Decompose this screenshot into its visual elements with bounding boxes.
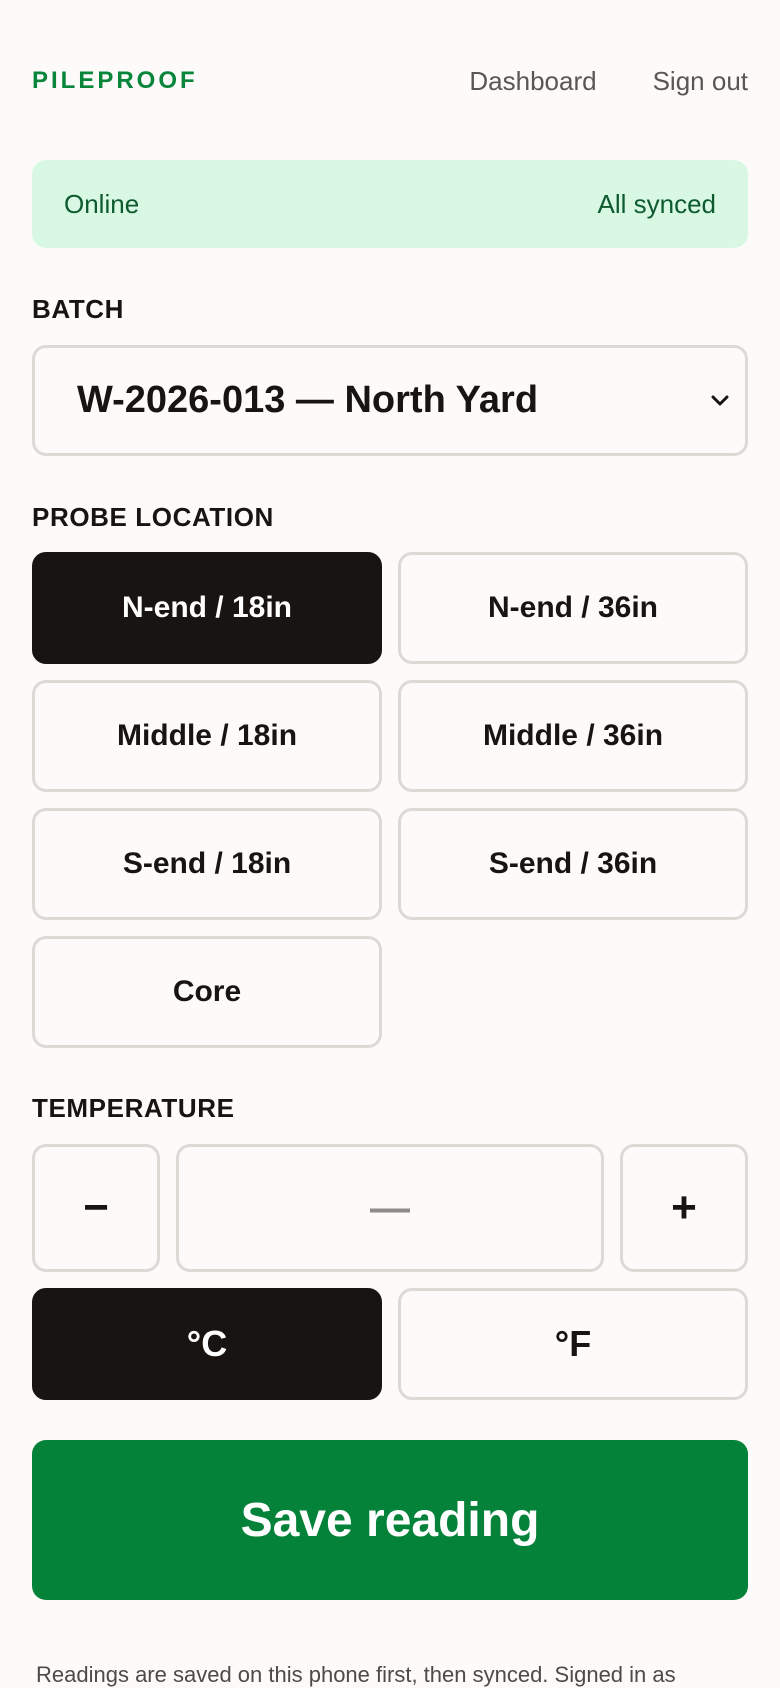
unit-fahrenheit-button[interactable]: °F (398, 1288, 748, 1400)
sign-out-link[interactable]: Sign out (653, 66, 748, 97)
probe-option-n-end-18in[interactable]: N-end / 18in (32, 552, 382, 664)
increment-button[interactable]: + (620, 1144, 748, 1272)
temperature-label: TEMPERATURE (32, 1093, 235, 1123)
footer-note: Readings are saved on this phone first, … (36, 1662, 676, 1687)
sync-status-banner: Online All synced (32, 160, 748, 248)
probe-option-s-end-18in[interactable]: S-end / 18in (32, 808, 382, 920)
probe-location-label: PROBE LOCATION (32, 502, 274, 532)
probe-option-s-end-36in[interactable]: S-end / 36in (398, 808, 748, 920)
probe-option-middle-18in[interactable]: Middle / 18in (32, 680, 382, 792)
batch-label: BATCH (32, 294, 125, 324)
unit-celsius-button[interactable]: °C (32, 1288, 382, 1400)
header-nav: Dashboard Sign out (469, 66, 748, 97)
brand-logo: PILEPROOF (32, 67, 198, 94)
probe-option-middle-36in[interactable]: Middle / 36in (398, 680, 748, 792)
connection-status: Online (64, 188, 140, 219)
decrement-button[interactable]: − (32, 1144, 160, 1272)
dashboard-link[interactable]: Dashboard (469, 66, 596, 97)
batch-selected-value: W-2026-013 — North Yard (77, 379, 539, 421)
sync-status: All synced (597, 188, 717, 219)
save-reading-button[interactable]: Save reading (32, 1440, 748, 1600)
batch-select[interactable]: W-2026-013 — North Yard (32, 345, 748, 456)
top-bar: PILEPROOF Dashboard Sign out (32, 56, 748, 106)
probe-option-n-end-36in[interactable]: N-end / 36in (398, 552, 748, 664)
probe-option-core[interactable]: Core (32, 936, 382, 1048)
temperature-input[interactable]: — (176, 1144, 604, 1272)
chevron-down-icon (707, 388, 733, 414)
